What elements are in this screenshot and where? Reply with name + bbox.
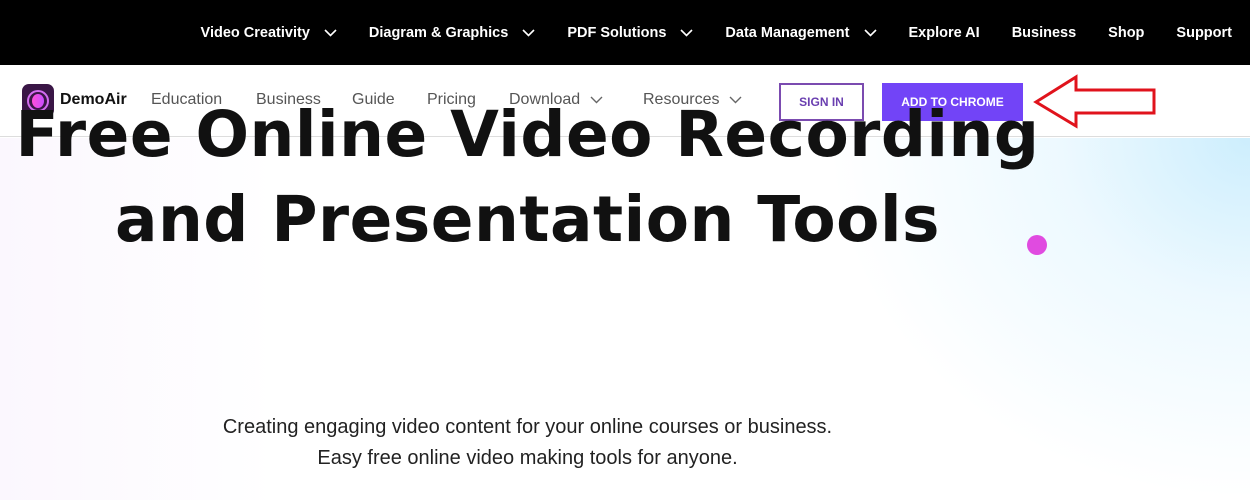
hero-subtitle-line-1: Creating engaging video content for your… [222,416,833,438]
chevron-down-icon [680,28,693,37]
topnav-label: Data Management [725,24,850,41]
topnav-label: Explore AI [908,24,980,41]
topnav-label: Video Creativity [200,24,310,41]
topnav-diagram-graphics[interactable]: Diagram & Graphics [369,25,535,41]
chevron-down-icon [324,28,337,37]
topnav-data-management[interactable]: Data Management [725,24,877,41]
top-global-nav: Video Creativity Diagram & Graphics PDF … [0,0,1250,65]
topnav-shop[interactable]: Shop [1108,25,1144,41]
hero-subtitle-line-2: Easy free online video making tools for … [317,447,738,469]
decorative-dot-icon [1027,235,1047,255]
topnav-label: Business [1011,24,1077,41]
topnav-label: PDF Solutions [567,24,667,41]
hero-title-line-1: Free Online Video Recording [15,98,1040,171]
chevron-down-icon [522,28,535,37]
topnav-video-creativity[interactable]: Video Creativity [201,25,337,41]
topnav-support[interactable]: Support [1176,25,1232,41]
hero-title-line-2: and Presentation Tools [114,183,941,256]
topnav-business[interactable]: Business [1012,25,1076,41]
topnav-label: Shop [1108,24,1145,41]
topnav-pdf-solutions[interactable]: PDF Solutions [567,25,693,41]
topnav-label: Support [1176,24,1232,41]
topnav-label: Diagram & Graphics [368,24,509,41]
topnav-explore-ai[interactable]: Explore AI [909,25,980,41]
hero-title: Free Online Video Recording and Presenta… [0,92,1055,262]
chevron-down-icon [863,28,877,37]
hero-subtitle: Creating engaging video content for your… [0,412,1055,474]
